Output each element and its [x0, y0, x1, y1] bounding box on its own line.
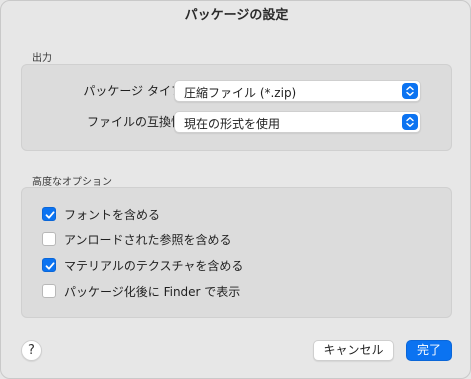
package-settings-dialog: パッケージの設定 出力 パッケージ タイプ: 圧縮ファイル (*.zip) ファ… — [0, 0, 471, 379]
output-section: パッケージ タイプ: 圧縮ファイル (*.zip) ファイルの互換性: 現在の形… — [21, 64, 452, 151]
up-down-chevron-icon — [402, 114, 418, 130]
help-button[interactable]: ? — [21, 340, 42, 361]
option-label: パッケージ化後に Finder で表示 — [64, 285, 241, 299]
compatibility-select[interactable]: 現在の形式を使用 — [174, 111, 421, 133]
option-label: アンロードされた参照を含める — [64, 233, 232, 247]
checkbox-include-unloaded-references[interactable] — [42, 232, 56, 246]
checkbox-include-fonts[interactable] — [42, 207, 56, 221]
package-type-value: 圧縮ファイル (*.zip) — [184, 86, 297, 100]
checkmark-icon — [45, 211, 55, 219]
checkbox-show-in-finder[interactable] — [42, 284, 56, 298]
compatibility-value: 現在の形式を使用 — [184, 117, 281, 131]
dialog-title: パッケージの設定 — [184, 8, 289, 23]
option-label: マテリアルのテクスチャを含める — [64, 259, 244, 273]
checkmark-icon — [45, 262, 55, 270]
checkbox-include-material-textures[interactable] — [42, 258, 56, 272]
output-section-title: 出力 — [32, 53, 52, 64]
compatibility-label: ファイルの互換性: — [86, 115, 187, 129]
done-button[interactable]: 完了 — [406, 340, 452, 361]
cancel-button[interactable]: キャンセル — [313, 340, 394, 361]
package-type-select[interactable]: 圧縮ファイル (*.zip) — [174, 80, 421, 102]
package-type-label: パッケージ タイプ: — [83, 84, 187, 98]
option-label: フォントを含める — [64, 208, 161, 222]
advanced-section-title: 高度なオプション — [32, 177, 112, 188]
up-down-chevron-icon — [402, 83, 418, 99]
